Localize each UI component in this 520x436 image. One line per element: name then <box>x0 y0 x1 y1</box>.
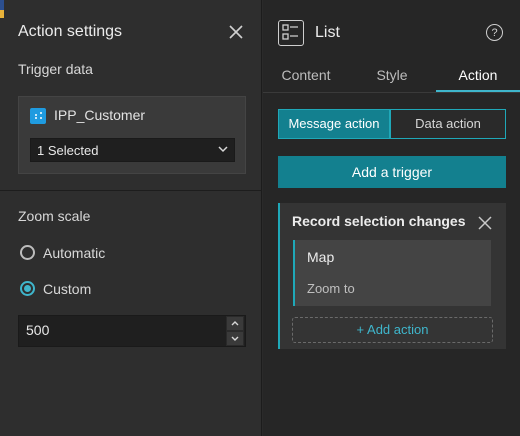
panel-title: Action settings <box>18 23 123 40</box>
chevron-up-icon <box>231 321 239 326</box>
help-icon[interactable]: ? <box>486 24 503 41</box>
trigger-data-label: Trigger data <box>18 61 93 77</box>
stepper-down-button[interactable] <box>226 331 244 346</box>
zoom-scale-label: Zoom scale <box>18 208 91 224</box>
stepper-up-button[interactable] <box>226 316 244 331</box>
tab-content[interactable]: Content <box>270 66 342 92</box>
chevron-down-icon <box>218 145 228 153</box>
chevron-down-icon <box>231 336 239 341</box>
close-icon[interactable] <box>228 24 244 40</box>
radio-automatic-label: Automatic <box>43 245 106 261</box>
action-target: Map <box>307 249 335 265</box>
message-action-tab[interactable]: Message action <box>278 109 390 139</box>
widget-title: List <box>315 24 340 41</box>
add-trigger-button[interactable]: Add a trigger <box>278 156 506 188</box>
feature-layer-icon <box>30 108 46 124</box>
radio-custom-label: Custom <box>43 281 92 297</box>
data-source-name: IPP_Customer <box>54 107 146 123</box>
trigger-card-title: Record selection changes <box>292 213 466 229</box>
radio-automatic[interactable] <box>20 245 35 260</box>
close-icon[interactable] <box>478 216 492 230</box>
divider <box>0 190 262 191</box>
tab-style[interactable]: Style <box>360 66 424 92</box>
add-action-button[interactable]: + Add action <box>292 317 493 343</box>
data-action-tab[interactable]: Data action <box>390 109 506 139</box>
zoom-scale-value: 500 <box>26 322 50 338</box>
tab-divider <box>263 92 520 93</box>
window-edge-marker <box>0 0 4 10</box>
action-name: Zoom to <box>307 281 355 296</box>
window-edge-marker-accent <box>0 10 4 18</box>
list-widget-icon <box>278 20 304 46</box>
zoom-scale-input[interactable] <box>18 315 246 347</box>
radio-custom[interactable] <box>20 281 35 296</box>
active-tab-indicator <box>436 90 520 92</box>
selection-select-value: 1 Selected <box>37 143 99 158</box>
tab-action[interactable]: Action <box>436 66 520 92</box>
